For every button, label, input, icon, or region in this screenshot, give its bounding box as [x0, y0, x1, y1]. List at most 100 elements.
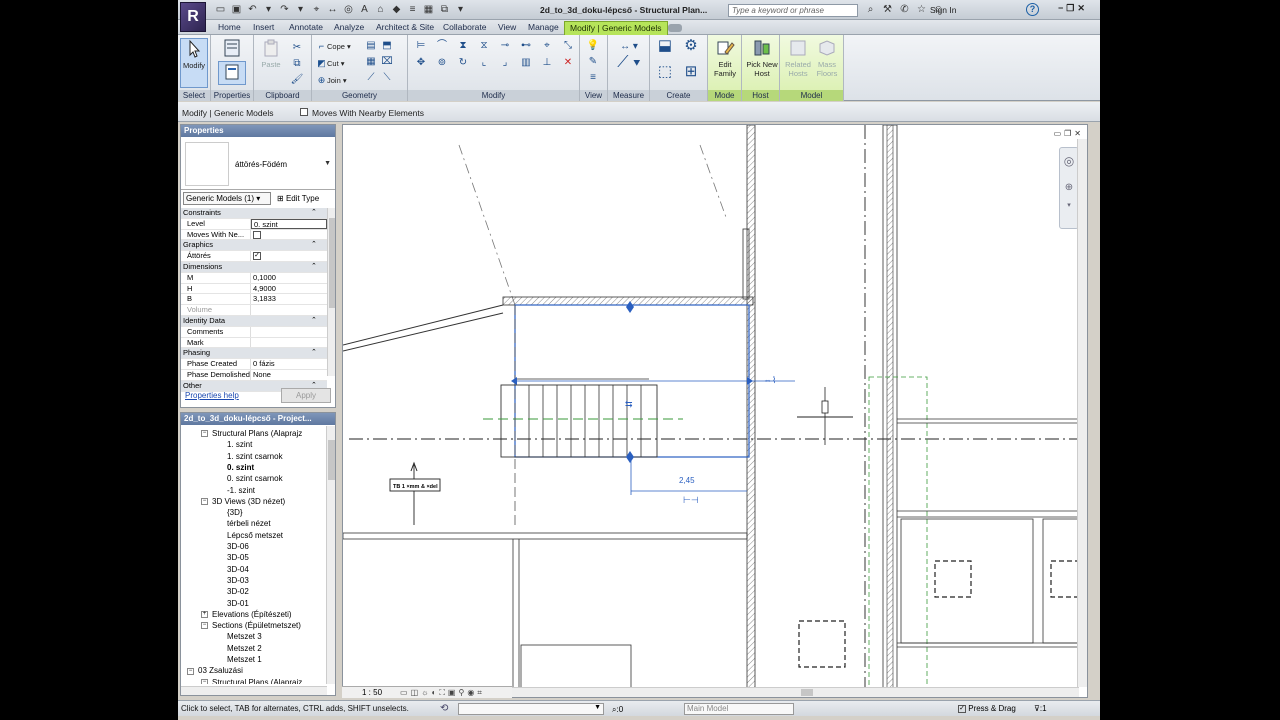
- tree-expander-icon[interactable]: −: [201, 678, 208, 684]
- split-face-icon[interactable]: ⬒: [380, 39, 394, 53]
- open-icon[interactable]: ▭: [214, 3, 227, 16]
- search-input[interactable]: Type a keyword or phrase: [728, 4, 858, 17]
- analytical-model-icon[interactable]: ⌗: [477, 687, 482, 698]
- communication-icon[interactable]: ✆: [898, 3, 911, 16]
- linework-icon[interactable]: ≡: [586, 71, 600, 85]
- instance-filter-select[interactable]: Generic Models (1) ▾: [183, 192, 271, 205]
- beam-join-icon[interactable]: ⟋: [364, 71, 378, 85]
- offset-icon[interactable]: ⌒: [435, 39, 449, 53]
- view-restore-icon[interactable]: ❐: [1064, 129, 1071, 138]
- selection-filter[interactable]: ⊽:1: [1034, 704, 1047, 713]
- property-group[interactable]: Dimensions ⌃: [181, 261, 327, 273]
- design-option-select[interactable]: Main Model: [684, 703, 794, 715]
- sign-in-button[interactable]: Sign In: [930, 5, 956, 15]
- tab-analyze[interactable]: Analyze: [329, 21, 369, 35]
- mirror-axis-icon[interactable]: ⧗: [456, 39, 470, 53]
- zoom-icon[interactable]: ⊕: [1060, 182, 1078, 193]
- override-graphics-icon[interactable]: ✎: [586, 55, 600, 69]
- demolish-icon[interactable]: ⌧: [380, 55, 394, 69]
- measure-icon[interactable]: ⌖: [310, 3, 323, 16]
- binoculars-icon[interactable]: ⌕: [864, 3, 877, 16]
- tree-expander-icon[interactable]: +: [201, 611, 208, 619]
- browser-item[interactable]: {3D}: [227, 507, 243, 518]
- type-selector[interactable]: áttörés-Födém ▼: [181, 138, 335, 190]
- nav-dropdown-icon[interactable]: ▾: [1060, 201, 1078, 209]
- measure-between-icon[interactable]: ↔ ▾: [614, 40, 644, 54]
- browser-item[interactable]: − Sections (Épületmetszet): [201, 620, 301, 631]
- apply-button[interactable]: Apply: [281, 388, 331, 403]
- 3d-view-icon[interactable]: ⌂: [374, 3, 387, 16]
- browser-item[interactable]: 3D-03: [227, 575, 249, 586]
- favorites-icon[interactable]: ☆: [915, 3, 928, 16]
- create-assembly-icon[interactable]: ⚙: [680, 38, 702, 61]
- property-value[interactable]: [251, 230, 327, 240]
- worksets-icon[interactable]: ⟲: [440, 703, 448, 714]
- collapse-icon[interactable]: ⌃: [311, 348, 317, 358]
- crop-view-icon[interactable]: ⛶: [439, 687, 445, 698]
- related-hosts-button[interactable]: Related Hosts: [783, 38, 813, 88]
- sun-path-icon[interactable]: ☼: [421, 687, 428, 698]
- modify-button[interactable]: Modify: [180, 38, 208, 88]
- browser-item[interactable]: 0. szint csarnok: [227, 473, 283, 484]
- create-parts-icon[interactable]: ⬓: [654, 38, 676, 61]
- thin-lines-icon[interactable]: ≡: [406, 3, 419, 16]
- match-type-icon[interactable]: 🖌: [290, 73, 304, 87]
- browser-item[interactable]: − Structural Plans (Alaprajz: [201, 428, 302, 439]
- browser-item[interactable]: 3D-02: [227, 586, 249, 597]
- trim-icon[interactable]: ⌞: [477, 56, 491, 70]
- tag-icon[interactable]: ◎: [342, 3, 355, 16]
- view-minimize-icon[interactable]: ▭: [1054, 129, 1062, 138]
- view-scale[interactable]: 1 : 50: [362, 687, 382, 698]
- property-value[interactable]: 3,1833: [251, 294, 327, 304]
- application-menu-button[interactable]: R: [180, 2, 206, 32]
- collapse-icon[interactable]: ⌃: [311, 316, 317, 326]
- property-group[interactable]: Phasing ⌃: [181, 348, 327, 360]
- property-group[interactable]: Constraints ⌃: [181, 208, 327, 219]
- browser-item[interactable]: Metszet 1: [227, 654, 262, 665]
- browser-item[interactable]: 3D-06: [227, 541, 249, 552]
- browser-item[interactable]: 1. szint: [227, 439, 252, 450]
- section-icon[interactable]: ◆: [390, 3, 403, 16]
- scroll-thumb[interactable]: [801, 689, 813, 696]
- cope-button[interactable]: ⌐ Cope ▾: [316, 40, 351, 52]
- collapse-icon[interactable]: ⌃: [311, 262, 317, 272]
- restore-icon[interactable]: ❐: [1066, 3, 1074, 14]
- create-similar-icon[interactable]: ⊞: [680, 64, 702, 87]
- tree-expander-icon[interactable]: −: [187, 667, 194, 675]
- property-value[interactable]: 0,1000: [251, 273, 327, 283]
- text-icon[interactable]: A: [358, 3, 371, 16]
- move-icon[interactable]: ✥: [414, 56, 428, 70]
- copy-element-icon[interactable]: ⊚: [435, 56, 449, 70]
- browser-item[interactable]: térbeli nézet: [227, 518, 271, 529]
- steering-wheel-icon[interactable]: ◎: [1060, 154, 1078, 168]
- unjoin-icon[interactable]: ⟍: [380, 71, 394, 85]
- copy-icon[interactable]: ⧉: [290, 57, 304, 71]
- help-icon[interactable]: ?: [1026, 3, 1039, 16]
- trim-single-icon[interactable]: ⌟: [498, 56, 512, 70]
- collapse-icon[interactable]: ⌃: [311, 208, 317, 218]
- section-tag-label[interactable]: TB 1 ×mm & ×del: [393, 484, 438, 490]
- browser-item[interactable]: Metszet 3: [227, 631, 262, 642]
- properties-scrollbar[interactable]: [327, 208, 335, 376]
- tree-expander-icon[interactable]: −: [201, 498, 208, 506]
- minimize-icon[interactable]: −: [1058, 3, 1063, 14]
- property-value[interactable]: [251, 327, 327, 337]
- paint-icon[interactable]: ▦: [364, 55, 378, 69]
- tab-insert[interactable]: Insert: [248, 21, 279, 35]
- chevron-down-icon[interactable]: ▼: [594, 704, 601, 711]
- property-value[interactable]: [251, 305, 327, 315]
- qat-dropdown-icon[interactable]: ▾: [454, 3, 467, 16]
- property-checkbox[interactable]: ✓: [253, 252, 261, 261]
- detail-level-icon[interactable]: ▭: [400, 687, 408, 698]
- view-close-icon[interactable]: ✕: [1074, 129, 1081, 138]
- browser-item[interactable]: Lépcső metszet: [227, 530, 283, 541]
- tab-modify-generic-models[interactable]: Modify | Generic Models: [564, 21, 668, 35]
- properties-palette-button[interactable]: [218, 61, 246, 85]
- redo-dropdown-icon[interactable]: ▾: [294, 3, 307, 16]
- chevron-down-icon[interactable]: ▼: [324, 160, 331, 167]
- save-icon[interactable]: ▣: [230, 3, 243, 16]
- tab-manage[interactable]: Manage: [523, 21, 564, 35]
- press-drag-toggle[interactable]: ✓ Press & Drag: [958, 704, 1016, 713]
- paste-button[interactable]: Paste: [257, 38, 285, 88]
- collapse-icon[interactable]: ⌃: [311, 240, 317, 250]
